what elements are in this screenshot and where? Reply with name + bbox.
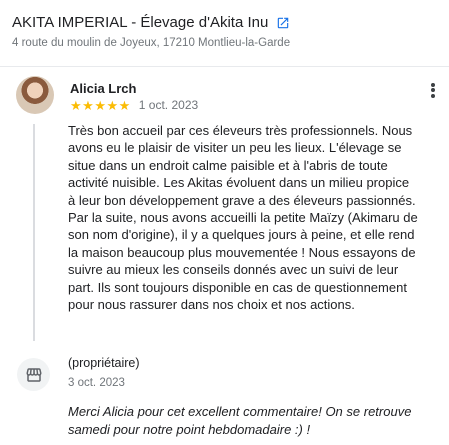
review-text: Très bon accueil par ces éleveurs très p… xyxy=(68,123,418,313)
star-icon: ★ xyxy=(70,97,82,113)
owner-reply-text: Merci Alicia pour cet excellent commenta… xyxy=(68,404,412,437)
business-address: 4 route du moulin de Joyeux, 17210 Montl… xyxy=(12,37,291,49)
star-icon: ★ xyxy=(94,97,106,113)
business-title[interactable]: AKITA IMPERIAL - Élevage d'Akita Inu xyxy=(12,14,268,31)
thread-line xyxy=(33,124,35,341)
business-title-row: AKITA IMPERIAL - Élevage d'Akita Inu xyxy=(12,14,437,31)
owner-response-date: 3 oct. 2023 xyxy=(68,377,125,389)
header-divider xyxy=(0,66,449,67)
open-in-new-icon[interactable] xyxy=(276,16,290,30)
business-header: AKITA IMPERIAL - Élevage d'Akita Inu 4 r… xyxy=(12,14,437,49)
star-rating: ★ ★ ★ ★ ★ xyxy=(70,99,131,112)
avatar[interactable] xyxy=(16,76,54,114)
owner-label: (propriétaire) xyxy=(68,356,140,370)
star-icon: ★ xyxy=(118,97,131,113)
review-date: 1 oct. 2023 xyxy=(138,98,199,112)
rating-row: ★ ★ ★ ★ ★ 1 oct. 2023 xyxy=(70,98,198,112)
storefront-icon xyxy=(17,358,50,391)
more-vert-icon[interactable] xyxy=(425,81,441,101)
star-icon: ★ xyxy=(106,97,119,113)
reviewer-name[interactable]: Alicia Lrch xyxy=(70,81,136,96)
star-icon: ★ xyxy=(82,97,94,113)
